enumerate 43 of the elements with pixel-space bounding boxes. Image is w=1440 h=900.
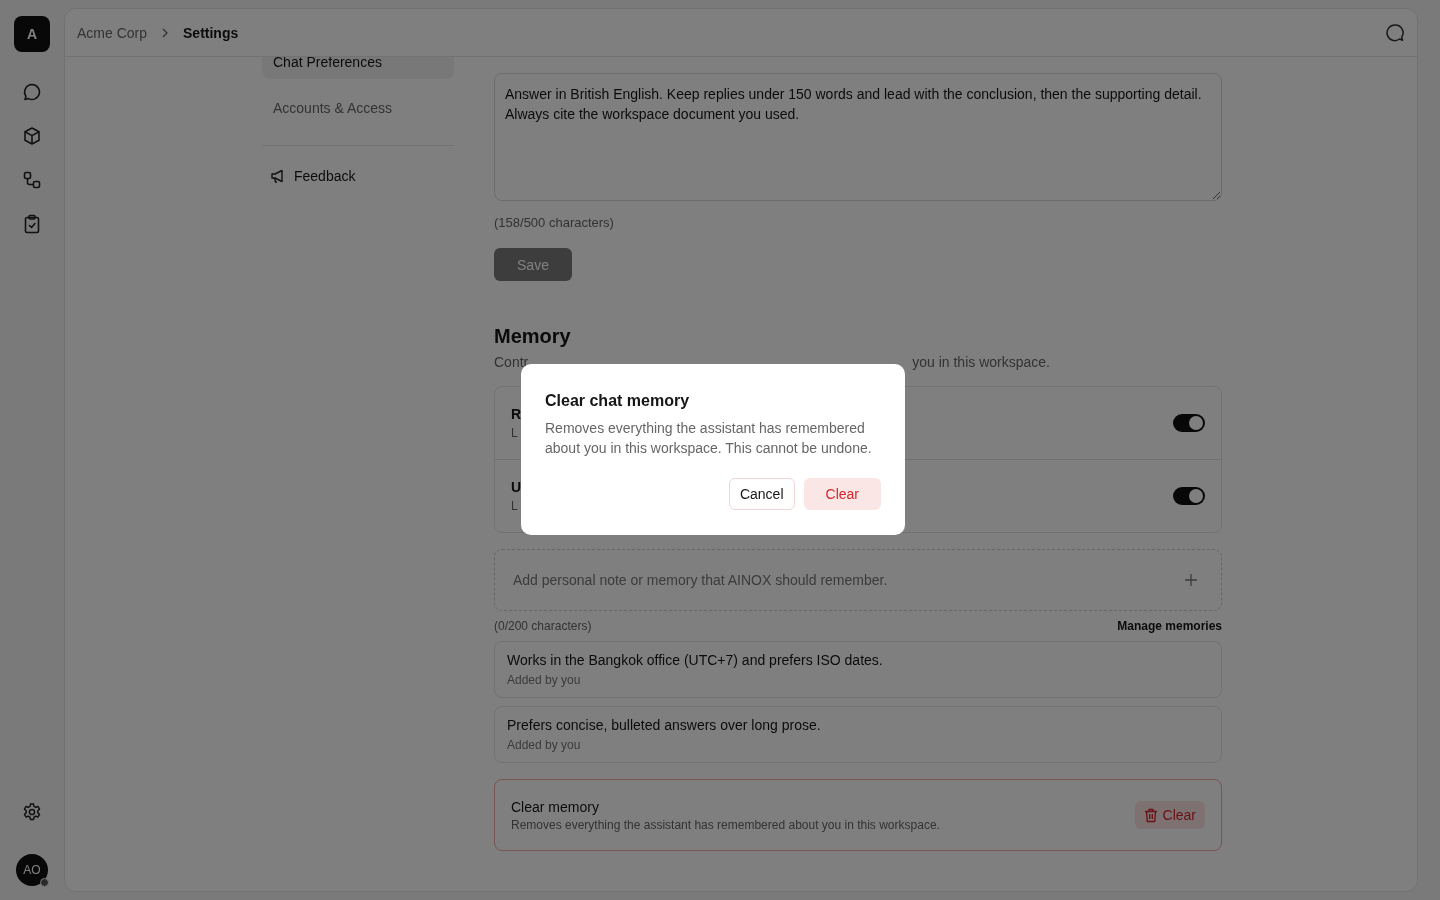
status-dot [40,878,49,887]
note-field[interactable]: Add personal note or memory that AINOX should remember. [494,549,1222,611]
danger-title: Clear memory [511,798,600,815]
setting-description: L [511,499,518,513]
section-description: you in this workspace. [912,354,1050,370]
memory-source: Added by you [507,738,582,752]
manage-memories-link[interactable]: Manage memories [1117,619,1222,633]
setting-description: L [511,426,518,440]
memory-text: Works in the Bangkok office (UTC+7) and prefers ISO dates. [507,652,884,668]
toggle-switch[interactable] [1173,414,1205,432]
chat-bubble-icon[interactable] [1385,22,1405,43]
memory-source: Added by you [507,673,582,687]
chat-bubble-icon[interactable] [22,82,42,102]
breadcrumb-item[interactable]: Acme Corp [77,24,148,41]
toggle-switch[interactable] [1173,487,1205,505]
megaphone-icon [270,168,286,184]
plus-icon[interactable] [1185,574,1197,586]
dialog-title: Clear chat memory [545,392,691,410]
section-title: Memory [494,325,572,348]
workspace-logo[interactable]: A [14,16,50,52]
instructions-field[interactable]: Answer in British English. Keep replies under 150 words and lead with the conclusion, then the supporting detail. Always cite the workspace document you used. [494,73,1222,201]
setting-title: R [511,406,522,422]
confirm-clear-button[interactable]: Clear [803,478,881,510]
character-counter: (158/500 characters) [494,215,615,230]
setting-title: U [511,479,522,495]
settings-nav-item[interactable]: Chat Preferences [262,57,454,79]
dialog-message: Removes everything the assistant has remembered about you in this workspace. This cannot be undone. [545,419,873,458]
chevron-right-icon [161,27,170,38]
trash-icon [1143,807,1158,823]
character-counter: (0/200 characters) [494,619,592,633]
cancel-button[interactable]: Cancel [728,478,795,510]
memory-text: Prefers concise, bulleted answers over long prose. [507,717,822,733]
settings-icon[interactable] [22,802,42,822]
section-description: Contr [494,354,529,370]
clipboard-check-icon[interactable] [22,214,42,234]
clear-button[interactable]: Clear [1134,801,1205,829]
user-avatar[interactable]: AO [16,854,48,886]
danger-description: Removes everything the assistant has remembered about you in this workspace. [511,817,941,832]
breadcrumb-item: Settings [183,24,239,41]
feedback-link[interactable]: Feedback [262,168,364,184]
connected-squares-icon[interactable] [22,170,42,190]
cube-icon[interactable] [22,126,42,146]
settings-nav-item[interactable]: Accounts & Access [262,91,454,125]
